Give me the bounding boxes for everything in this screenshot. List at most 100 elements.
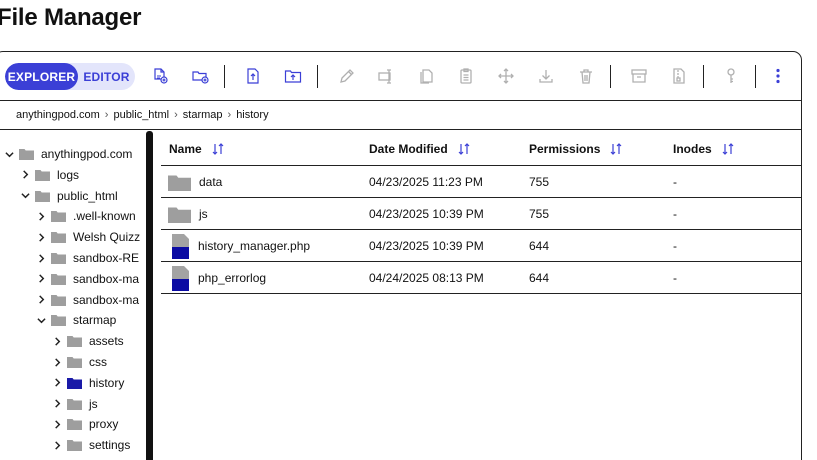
- table-row[interactable]: history_manager.php 04/23/2025 10:39 PM 64…: [161, 230, 801, 262]
- tree-item[interactable]: js: [52, 394, 98, 414]
- tree-item[interactable]: settings: [52, 435, 130, 455]
- tree-item[interactable]: .well-known: [36, 206, 136, 226]
- tree-item[interactable]: logs: [20, 165, 79, 185]
- file-name-cell: php_errorlog: [168, 262, 266, 294]
- folder-tree: anythingpod.com logs public_html .well-know…: [1, 131, 142, 460]
- breadcrumb-item[interactable]: starmap: [183, 109, 223, 121]
- paste-icon[interactable]: [455, 65, 477, 87]
- file-name: php_errorlog: [198, 271, 267, 285]
- folder-icon: [168, 174, 191, 191]
- cell-inodes: -: [673, 207, 677, 221]
- sort-icon[interactable]: [609, 142, 623, 156]
- cell-modified: 04/23/2025 10:39 PM: [369, 207, 484, 221]
- tree-item-label: sandbox-RE: [73, 251, 140, 265]
- tree-item-label: assets: [89, 334, 124, 349]
- tree-item[interactable]: sandbox-RE: [36, 248, 139, 268]
- tree-item[interactable]: sandbox-ma: [36, 269, 139, 289]
- tree-item[interactable]: assets: [52, 331, 124, 351]
- tree-item[interactable]: public_html: [20, 186, 118, 206]
- chevron-right-icon[interactable]: [52, 377, 63, 388]
- sort-icon[interactable]: [211, 142, 225, 156]
- column-header-name[interactable]: Name: [169, 131, 225, 166]
- file-name-cell: data: [168, 166, 222, 198]
- chevron-right-icon[interactable]: [52, 398, 63, 409]
- chevron-right-icon[interactable]: [36, 294, 47, 305]
- chevron-down-icon[interactable]: [4, 149, 15, 160]
- cell-modified: 04/24/2025 08:13 PM: [369, 271, 484, 285]
- permissions-key-icon[interactable]: [720, 65, 742, 87]
- chevron-right-icon[interactable]: [52, 357, 63, 368]
- more-options-icon[interactable]: [767, 65, 789, 87]
- new-folder-icon[interactable]: [189, 65, 211, 87]
- file-name: data: [199, 175, 223, 189]
- folder-icon: [67, 335, 82, 348]
- chevron-right-icon[interactable]: [52, 440, 63, 451]
- tree-item[interactable]: css: [52, 352, 107, 372]
- sort-icon[interactable]: [457, 142, 471, 156]
- editor-tab[interactable]: EDITOR: [78, 63, 135, 90]
- edit-icon[interactable]: [336, 65, 358, 87]
- file-name-cell: history_manager.php: [168, 230, 310, 262]
- chevron-right-icon[interactable]: [36, 232, 47, 243]
- rename-icon[interactable]: [375, 65, 397, 87]
- chevron-right-icon[interactable]: [52, 419, 63, 430]
- table-row[interactable]: js 04/23/2025 10:39 PM 755 -: [161, 198, 801, 230]
- tree-item-label: sandbox-ma: [73, 271, 140, 286]
- tree-scrollbar[interactable]: [146, 131, 153, 460]
- tree-item[interactable]: history: [52, 373, 124, 393]
- file-name-cell: js: [168, 198, 208, 230]
- upload-file-icon[interactable]: [242, 65, 264, 87]
- folder-icon: [51, 231, 66, 244]
- upload-folder-icon[interactable]: [282, 65, 304, 87]
- tree-item-label: Welsh Quizz: [73, 230, 141, 245]
- folder-icon: [35, 190, 50, 202]
- column-header-permissions[interactable]: Permissions: [529, 131, 623, 166]
- breadcrumb-item[interactable]: history: [236, 109, 268, 121]
- tree-item-label: css: [89, 355, 107, 369]
- tree-item[interactable]: starmap: [36, 310, 116, 330]
- folder-icon: [168, 206, 191, 223]
- breadcrumb-item[interactable]: anythingpod.com: [16, 109, 100, 121]
- tree-item[interactable]: sandbox-ma: [36, 290, 139, 310]
- chevron-right-icon[interactable]: [52, 336, 63, 347]
- column-header-date[interactable]: Date Modified: [369, 131, 471, 166]
- chevron-down-icon[interactable]: [20, 190, 31, 201]
- file-name: js: [199, 207, 208, 221]
- chevron-right-icon[interactable]: [36, 273, 47, 284]
- extract-icon[interactable]: [668, 65, 690, 87]
- cell-modified: 04/23/2025 11:23 PM: [369, 175, 483, 189]
- chevron-right-icon[interactable]: [36, 253, 47, 264]
- cell-modified: 04/23/2025 10:39 PM: [369, 239, 484, 253]
- new-file-icon[interactable]: [149, 65, 171, 87]
- move-icon[interactable]: [495, 65, 517, 87]
- tree-item-label: .well-known: [73, 209, 136, 224]
- download-icon[interactable]: [535, 65, 557, 87]
- sort-icon[interactable]: [721, 142, 735, 156]
- toolbar: EXPLORER EDITOR: [0, 52, 801, 101]
- tree-item-label: starmap: [73, 313, 117, 328]
- archive-icon[interactable]: [628, 65, 650, 87]
- cell-inodes: -: [673, 239, 677, 253]
- tree-item-label: logs: [57, 167, 80, 182]
- chevron-right-icon[interactable]: [20, 169, 31, 180]
- table-row[interactable]: php_errorlog 04/24/2025 08:13 PM 644 -: [161, 262, 801, 294]
- file-icon: [172, 233, 189, 259]
- chevron-down-icon[interactable]: [36, 315, 47, 326]
- tree-item[interactable]: proxy: [52, 414, 118, 434]
- tree-item-label: proxy: [89, 417, 119, 432]
- tree-item-label: settings: [89, 438, 131, 453]
- table-row[interactable]: data 04/23/2025 11:23 PM 755 -: [161, 166, 801, 198]
- tree-item-label: js: [89, 396, 98, 411]
- breadcrumb-item[interactable]: public_html: [113, 109, 169, 121]
- tree-item[interactable]: anythingpod.com: [4, 144, 132, 164]
- tree-item[interactable]: Welsh Quizz: [36, 227, 140, 247]
- delete-icon[interactable]: [575, 65, 597, 87]
- chevron-right-icon[interactable]: [36, 211, 47, 222]
- explorer-tab[interactable]: EXPLORER: [5, 63, 78, 90]
- folder-icon: [19, 148, 34, 160]
- column-label: Permissions: [529, 141, 601, 156]
- folder-icon: [67, 418, 82, 431]
- copy-icon[interactable]: [415, 65, 437, 87]
- column-header-inodes[interactable]: Inodes: [673, 131, 735, 166]
- folder-icon: [51, 294, 66, 306]
